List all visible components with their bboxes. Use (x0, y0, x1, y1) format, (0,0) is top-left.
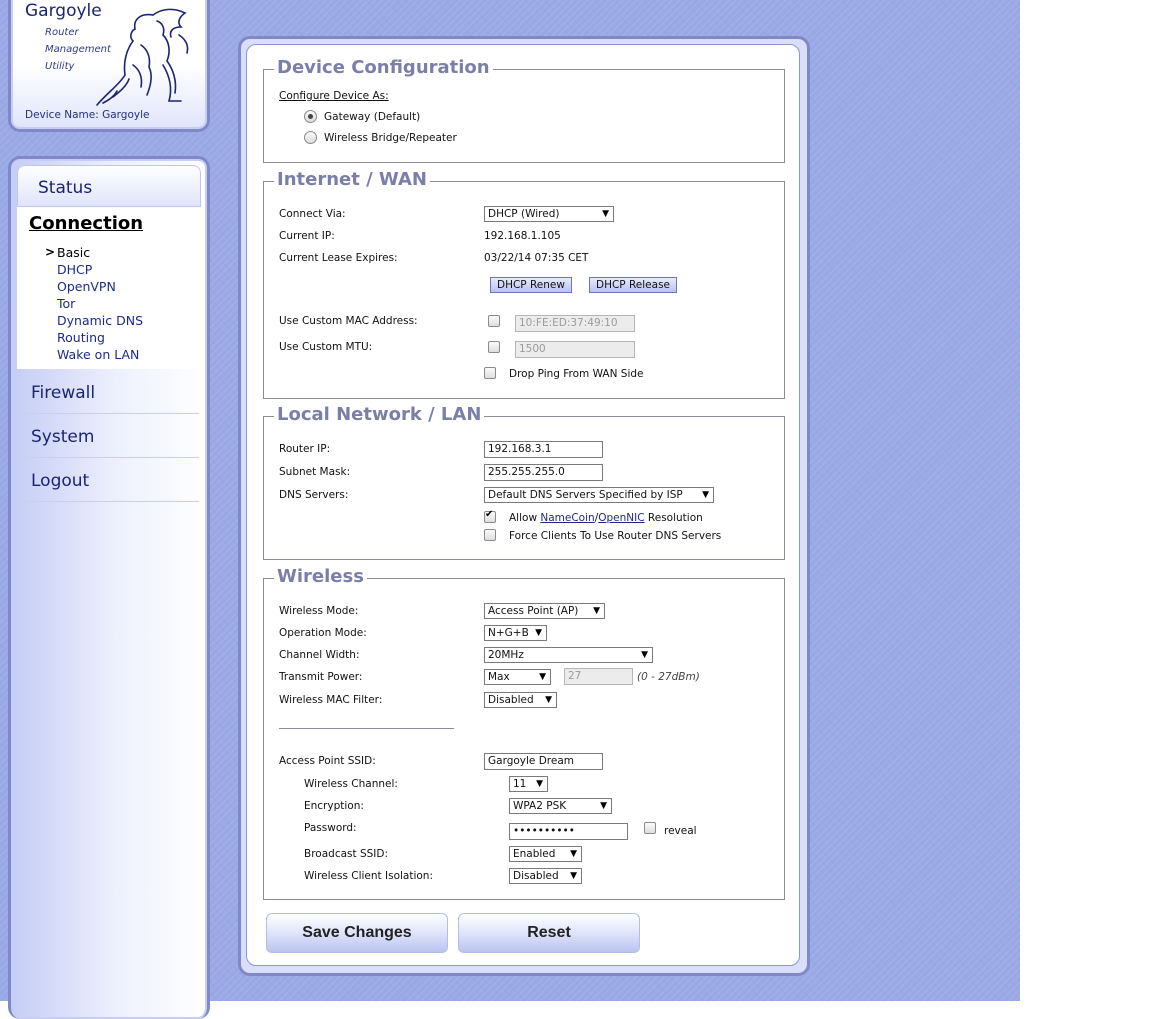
wireless-channel-select[interactable]: 11 (509, 776, 548, 792)
dns-servers-select[interactable]: Default DNS Servers Specified by ISP (484, 487, 714, 503)
dhcp-release-button[interactable]: DHCP Release (589, 277, 678, 293)
divider (279, 728, 454, 729)
sidebar-item-dynamic-dns[interactable]: Dynamic DNS (57, 313, 143, 328)
nav-logout-label: Logout (31, 471, 90, 491)
encryption-label: Encryption: (304, 800, 364, 812)
custom-mac-checkbox[interactable] (488, 315, 500, 327)
password-input[interactable]: •••••••••• (509, 823, 628, 840)
app-title: Gargoyle (25, 1, 102, 21)
save-changes-button[interactable]: Save Changes (266, 913, 448, 953)
connect-via-select[interactable]: DHCP (Wired) (484, 206, 614, 222)
logo-subtitle-router: Router (45, 27, 79, 38)
logo-panel: Gargoyle Router Management Utility Devic… (8, 0, 210, 132)
ssid-input[interactable]: Gargoyle Dream (484, 753, 603, 770)
main-content: Device Configuration Configure Device As… (246, 44, 800, 966)
transmit-power-input[interactable]: 27 (564, 668, 633, 685)
subnet-mask-input[interactable]: 255.255.255.0 (484, 464, 603, 481)
bridge-radio[interactable] (304, 131, 317, 144)
allow-prefix: Allow (509, 512, 538, 524)
mac-filter-select[interactable]: Disabled (484, 692, 557, 708)
nav-status[interactable]: Status (17, 165, 201, 207)
broadcast-ssid-label: Broadcast SSID: (304, 848, 388, 860)
lease-label: Current Lease Expires: (279, 252, 398, 264)
router-ip-label: Router IP: (279, 443, 331, 455)
custom-mac-input[interactable]: 10:FE:ED:37:49:10 (515, 315, 635, 332)
nav-firewall[interactable]: Firewall (21, 371, 199, 414)
bridge-label: Wireless Bridge/Repeater (324, 132, 457, 144)
ssid-label: Access Point SSID: (279, 755, 376, 767)
client-isolation-select[interactable]: Disabled (509, 868, 582, 884)
nav-connection[interactable]: Connection (29, 213, 143, 234)
nav-logout[interactable]: Logout (21, 459, 199, 502)
channel-width-select[interactable]: 20MHz (484, 647, 653, 663)
custom-mtu-input[interactable]: 1500 (515, 341, 635, 358)
nav-firewall-label: Firewall (31, 383, 96, 403)
operation-mode-label: Operation Mode: (279, 627, 367, 639)
opennic-link[interactable]: OpenNIC (598, 512, 644, 524)
wireless-channel-label: Wireless Channel: (304, 778, 398, 790)
namecoin-link[interactable]: NameCoin (540, 512, 594, 524)
custom-mtu-label: Use Custom MTU: (279, 341, 373, 353)
mac-filter-label: Wireless MAC Filter: (279, 694, 383, 706)
drop-ping-label: Drop Ping From WAN Side (509, 368, 644, 380)
sidebar-item-dhcp[interactable]: DHCP (57, 262, 92, 277)
drop-ping-checkbox[interactable] (484, 367, 496, 379)
subnet-mask-label: Subnet Mask: (279, 466, 351, 478)
nav-status-label: Status (38, 178, 93, 198)
connect-via-label: Connect Via: (279, 208, 346, 220)
configure-as-label: Configure Device As: (279, 90, 389, 102)
nav-system-label: System (31, 427, 95, 447)
lan-title: Local Network / LAN (274, 404, 485, 425)
dhcp-renew-button[interactable]: DHCP Renew (490, 277, 572, 293)
lan-section: Local Network / LAN Router IP: 192.168.3… (263, 404, 785, 560)
wan-section: Internet / WAN Connect Via: DHCP (Wired)… (263, 169, 785, 399)
force-dns-checkbox[interactable] (484, 529, 496, 541)
wan-title: Internet / WAN (274, 169, 430, 190)
device-configuration-title: Device Configuration (274, 57, 493, 78)
reveal-checkbox[interactable] (644, 822, 656, 834)
sidebar-item-wake-on-lan[interactable]: Wake on LAN (57, 347, 139, 362)
sidebar-item-openvpn[interactable]: OpenVPN (57, 279, 116, 294)
operation-mode-select[interactable]: N+G+B (484, 625, 547, 641)
reveal-label: reveal (664, 825, 697, 837)
logo-subtitle-utility: Utility (45, 61, 75, 72)
allow-namecoin-label: Allow NameCoin/OpenNIC Resolution (509, 512, 703, 524)
wireless-section: Wireless Wireless Mode: Access Point (AP… (263, 566, 785, 900)
broadcast-ssid-select[interactable]: Enabled (509, 846, 582, 862)
wireless-mode-label: Wireless Mode: (279, 605, 359, 617)
lease-value: 03/22/14 07:35 CET (484, 252, 589, 264)
force-dns-label: Force Clients To Use Router DNS Servers (509, 530, 722, 542)
dns-servers-label: DNS Servers: (279, 489, 349, 501)
reset-button[interactable]: Reset (458, 913, 640, 953)
gargoyle-logo-icon (96, 8, 189, 106)
gateway-label: Gateway (Default) (324, 111, 421, 123)
allow-suffix: Resolution (647, 512, 703, 524)
transmit-power-select[interactable]: Max (484, 669, 551, 685)
gateway-radio[interactable] (304, 110, 317, 123)
wireless-title: Wireless (274, 566, 367, 587)
device-name-label: Device Name: Gargoyle (25, 109, 150, 121)
custom-mtu-checkbox[interactable] (488, 341, 500, 353)
current-ip-label: Current IP: (279, 230, 335, 242)
password-label: Password: (304, 822, 357, 834)
encryption-select[interactable]: WPA2 PSK (509, 798, 612, 814)
router-ip-input[interactable]: 192.168.3.1 (484, 441, 603, 458)
nav-connection-section: Connection > Basic DHCP OpenVPN Tor Dyna… (17, 207, 199, 369)
custom-mac-label: Use Custom MAC Address: (279, 315, 418, 327)
sidebar-item-tor[interactable]: Tor (57, 296, 75, 311)
channel-width-label: Channel Width: (279, 649, 360, 661)
main-panel: Device Configuration Configure Device As… (238, 36, 810, 976)
sidebar-item-routing[interactable]: Routing (57, 330, 105, 345)
allow-namecoin-checkbox[interactable] (484, 509, 496, 523)
transmit-power-range: (0 - 27dBm) (637, 671, 700, 683)
active-marker: > (45, 245, 56, 259)
sidebar: Status Connection > Basic DHCP OpenVPN T… (8, 156, 210, 1019)
device-configuration-section: Device Configuration Configure Device As… (263, 57, 785, 163)
wireless-mode-select[interactable]: Access Point (AP) (484, 603, 605, 619)
transmit-power-label: Transmit Power: (279, 671, 363, 683)
sidebar-item-basic[interactable]: Basic (57, 245, 90, 260)
client-isolation-label: Wireless Client Isolation: (304, 870, 433, 882)
current-ip-value: 192.168.1.105 (484, 230, 561, 242)
nav-system[interactable]: System (21, 415, 199, 458)
